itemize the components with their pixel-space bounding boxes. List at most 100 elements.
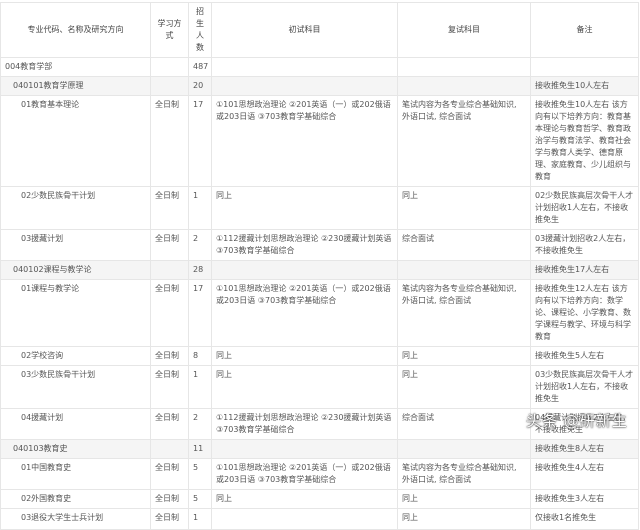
cell-num: 1 xyxy=(188,365,212,409)
watermark: 头条 @研新生 xyxy=(526,412,628,430)
cell-exam xyxy=(211,76,398,96)
cell-retest: 笔试内容为各专业综合基础知识, 外语口试, 综合面试 xyxy=(397,279,531,347)
cell-note: 接收推免生3人左右 xyxy=(530,489,639,509)
cell-name: 03援藏计划 xyxy=(0,229,151,261)
cell-exam xyxy=(211,260,398,280)
cell-num: 5 xyxy=(188,458,212,490)
cell-exam: ①101思想政治理论 ②201英语（一）或202俄语或203日语 ③703教育学… xyxy=(211,95,398,187)
table-row: 040101教育学原理 20 接收推免生10人左右 xyxy=(0,76,639,96)
cell-name: 02少数民族骨干计划 xyxy=(0,186,151,230)
cell-retest: 同上 xyxy=(397,346,531,366)
table-row: 01课程与教学论 全日制 17 ①101思想政治理论 ②201英语（一）或202俄语或… xyxy=(0,279,639,347)
cell-name: 01教育基本理论 xyxy=(0,95,151,187)
cell-retest xyxy=(397,260,531,280)
cell-note: 接收推免生4人左右 xyxy=(530,458,639,490)
cell-name: 03少数民族骨干计划 xyxy=(0,365,151,409)
cell-retest xyxy=(397,439,531,459)
header-retest: 复试科目 xyxy=(397,2,531,58)
cell-name: 004教育学部 xyxy=(0,57,151,77)
cell-exam: 同上 xyxy=(211,346,398,366)
table-row: 02少数民族骨干计划 全日制 1 同上 同上 02少数民族高层次骨干人才计划招收1人左右，… xyxy=(0,186,639,230)
cell-mode: 全日制 xyxy=(150,346,189,366)
cell-retest: 综合面试 xyxy=(397,229,531,261)
cell-name: 02学校咨询 xyxy=(0,346,151,366)
table-row: 02学校咨询 全日制 8 同上 同上 接收推免生5人左右 xyxy=(0,346,639,366)
cell-retest: 同上 xyxy=(397,489,531,509)
cell-note: 接收推免生5人左右 xyxy=(530,346,639,366)
enrollment-table: 专业代码、名称及研究方向 学习方式 招生人数 初试科目 复试科目 备注 004教… xyxy=(0,2,639,530)
cell-name: 040102课程与教学论 xyxy=(0,260,151,280)
cell-mode: 全日制 xyxy=(150,489,189,509)
cell-mode: 全日制 xyxy=(150,458,189,490)
cell-note: 接收推免生12人左右 该方向有以下培养方向：数学论、课程论、小学教育、数学课程与… xyxy=(530,279,639,347)
header-note: 备注 xyxy=(530,2,639,58)
cell-num: 28 xyxy=(188,260,212,280)
cell-retest: 同上 xyxy=(397,508,531,530)
table-row: 03援藏计划 全日制 2 ①112援藏计划思想政治理论 ②230援藏计划英语 ③703… xyxy=(0,229,639,261)
cell-note: 03少数民族高层次骨干人才计划招收1人左右，不接收推免生 xyxy=(530,365,639,409)
cell-retest xyxy=(397,57,531,77)
cell-name: 02外国教育史 xyxy=(0,489,151,509)
cell-exam: ①101思想政治理论 ②201英语（一）或202俄语或203日语 ③703教育学… xyxy=(211,279,398,347)
cell-num: 1 xyxy=(188,508,212,530)
cell-mode: 全日制 xyxy=(150,229,189,261)
header-num: 招生人数 xyxy=(188,2,212,58)
cell-num: 17 xyxy=(188,95,212,187)
cell-exam xyxy=(211,508,398,530)
cell-retest xyxy=(397,76,531,96)
cell-exam xyxy=(211,439,398,459)
cell-num: 2 xyxy=(188,229,212,261)
cell-mode: 全日制 xyxy=(150,508,189,530)
cell-name: 040103教育史 xyxy=(0,439,151,459)
cell-exam: 同上 xyxy=(211,186,398,230)
cell-num: 1 xyxy=(188,186,212,230)
cell-note: 接收推免生17人左右 xyxy=(530,260,639,280)
cell-retest: 同上 xyxy=(397,365,531,409)
cell-name: 01课程与教学论 xyxy=(0,279,151,347)
cell-num: 8 xyxy=(188,346,212,366)
cell-mode: 全日制 xyxy=(150,186,189,230)
cell-exam: ①101思想政治理论 ②201英语（一）或202俄语或203日语 ③703教育学… xyxy=(211,458,398,490)
table-header: 专业代码、名称及研究方向 学习方式 招生人数 初试科目 复试科目 备注 xyxy=(0,2,639,58)
cell-exam: ①112援藏计划思想政治理论 ②230援藏计划英语 ③703教育学基础综合 xyxy=(211,408,398,440)
cell-retest: 笔试内容为各专业综合基础知识, 外语口试, 综合面试 xyxy=(397,95,531,187)
cell-exam: 同上 xyxy=(211,365,398,409)
cell-mode: 全日制 xyxy=(150,408,189,440)
cell-name: 04援藏计划 xyxy=(0,408,151,440)
table-row: 01教育基本理论 全日制 17 ①101思想政治理论 ②201英语（一）或202俄语或… xyxy=(0,95,639,187)
cell-num: 20 xyxy=(188,76,212,96)
cell-mode: 全日制 xyxy=(150,365,189,409)
cell-retest: 笔试内容为各专业综合基础知识, 外语口试, 综合面试 xyxy=(397,458,531,490)
table-row: 03退役大学生士兵计划 全日制 1 同上 仅接收1名推免生 xyxy=(0,508,639,530)
table-row: 03少数民族骨干计划 全日制 1 同上 同上 03少数民族高层次骨干人才计划招收1人左右，… xyxy=(0,365,639,409)
cell-num: 17 xyxy=(188,279,212,347)
cell-exam: ①112援藏计划思想政治理论 ②230援藏计划英语 ③703教育学基础综合 xyxy=(211,229,398,261)
cell-note: 02少数民族高层次骨干人才计划招收1人左右，不接收推免生 xyxy=(530,186,639,230)
cell-exam xyxy=(211,57,398,77)
header-exam: 初试科目 xyxy=(211,2,398,58)
table-row: 040102课程与教学论 28 接收推免生17人左右 xyxy=(0,260,639,280)
cell-num: 5 xyxy=(188,489,212,509)
header-major: 专业代码、名称及研究方向 xyxy=(0,2,151,58)
table-row: 040103教育史 11 接收推免生8人左右 xyxy=(0,439,639,459)
cell-note: 接收推免生10人左右 xyxy=(530,76,639,96)
cell-exam: 同上 xyxy=(211,489,398,509)
cell-mode: 全日制 xyxy=(150,279,189,347)
cell-mode: 全日制 xyxy=(150,95,189,187)
cell-num: 11 xyxy=(188,439,212,459)
cell-name: 03退役大学生士兵计划 xyxy=(0,508,151,530)
cell-mode xyxy=(150,76,189,96)
cell-retest: 同上 xyxy=(397,186,531,230)
header-mode: 学习方式 xyxy=(150,2,189,58)
table-row: 02外国教育史 全日制 5 同上 同上 接收推免生3人左右 xyxy=(0,489,639,509)
cell-note: 接收推免生8人左右 xyxy=(530,439,639,459)
table-row: 01中国教育史 全日制 5 ①101思想政治理论 ②201英语（一）或202俄语或20… xyxy=(0,458,639,490)
cell-num: 487 xyxy=(188,57,212,77)
cell-name: 01中国教育史 xyxy=(0,458,151,490)
cell-name: 040101教育学原理 xyxy=(0,76,151,96)
table-row: 004教育学部 487 xyxy=(0,57,639,77)
cell-num: 2 xyxy=(188,408,212,440)
cell-mode xyxy=(150,439,189,459)
cell-note: 仅接收1名推免生 xyxy=(530,508,639,530)
cell-note xyxy=(530,57,639,77)
